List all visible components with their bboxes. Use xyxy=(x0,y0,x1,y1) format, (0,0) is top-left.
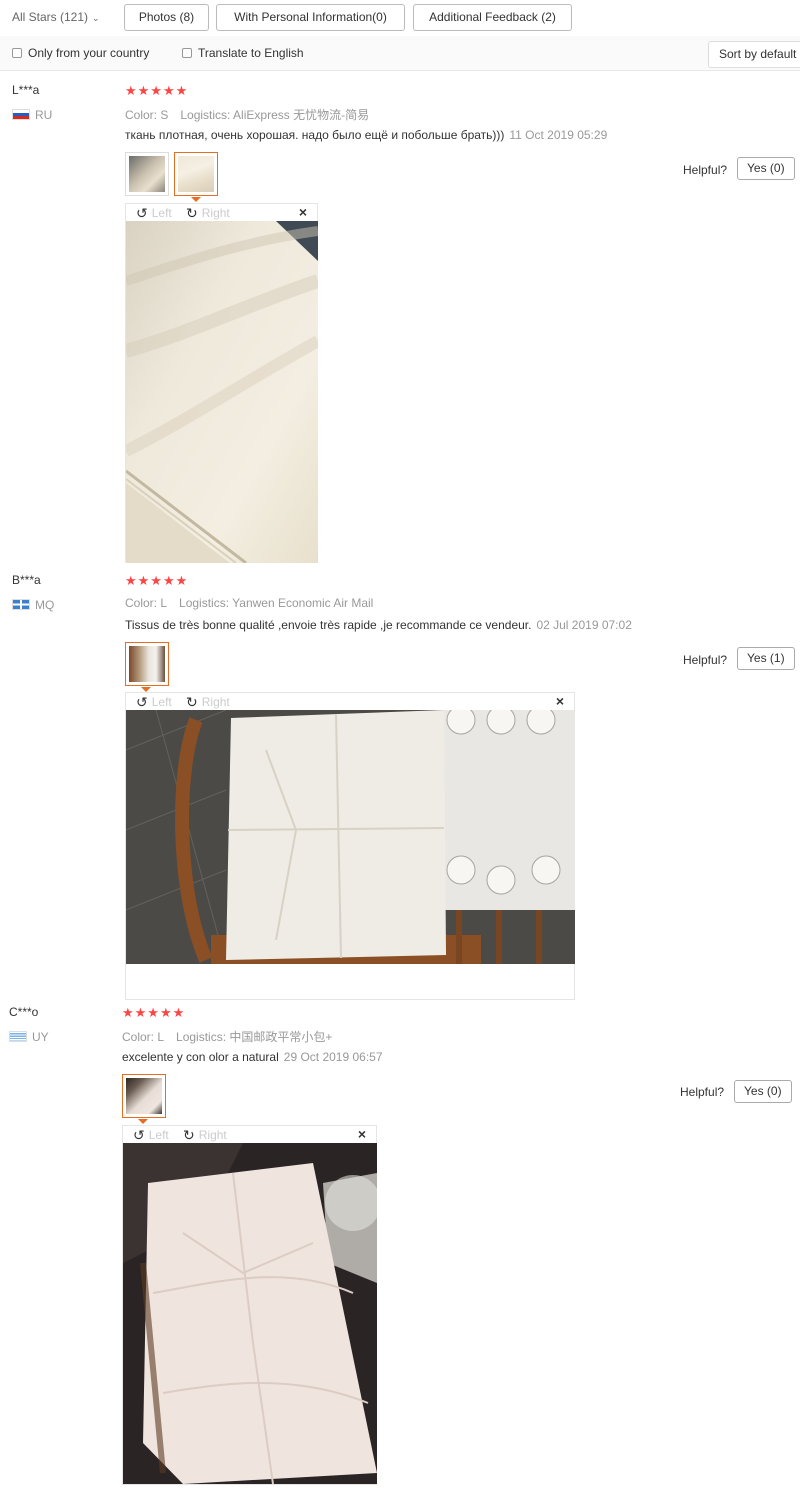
review-photo xyxy=(123,1143,377,1484)
review-photo-thumbnail[interactable] xyxy=(125,152,169,196)
rotate-left-icon: ↺ xyxy=(136,694,148,710)
all-stars-label: All Stars (121) xyxy=(12,10,89,24)
review-meta: Color: L Logistics: 中国邮政平常小包+ xyxy=(122,1028,332,1045)
color-attribute: Color: L xyxy=(122,1030,165,1044)
rotate-left-button[interactable]: ↺ Left xyxy=(136,694,172,711)
rotate-left-label: Left xyxy=(148,1128,169,1142)
personal-info-filter-button[interactable]: With Personal Information(0) xyxy=(216,4,405,31)
flag-mq-icon xyxy=(12,599,30,610)
star-rating: ★★★★★ xyxy=(122,1005,186,1020)
viewer-toolbar: ↺ Left ↻ Right × xyxy=(123,1126,376,1143)
viewer-toolbar: ↺ Left ↻ Right × xyxy=(126,204,317,221)
rotate-left-icon: ↺ xyxy=(133,1127,145,1143)
all-stars-dropdown[interactable]: All Stars (121) ⌄ xyxy=(12,10,100,24)
rotate-left-label: Left xyxy=(151,695,172,709)
helpful-yes-button[interactable]: Yes (0) xyxy=(737,157,795,180)
logistics-attribute: Logistics: AliExpress 无忧物流-简易 xyxy=(180,108,370,122)
fabric-photo xyxy=(126,221,318,563)
translate-label: Translate to English xyxy=(198,46,304,60)
star-rating: ★★★★★ xyxy=(125,573,189,588)
review-photo-thumbnail-active[interactable] xyxy=(122,1074,166,1118)
photo-viewer: ↺ Left ↻ Right × xyxy=(125,692,575,1000)
helpful-label: Helpful? xyxy=(680,1085,725,1099)
close-icon[interactable]: × xyxy=(556,693,564,709)
helpful-yes-button[interactable]: Yes (0) xyxy=(734,1080,792,1103)
active-thumb-caret xyxy=(191,197,201,202)
photo-viewer: ↺ Left ↻ Right × xyxy=(122,1125,377,1485)
review-meta: Color: L Logistics: Yanwen Economic Air M… xyxy=(125,596,373,610)
review-date: 29 Oct 2019 06:57 xyxy=(283,1050,383,1064)
photo-viewer: ↺ Left ↻ Right × xyxy=(125,203,318,563)
active-thumb-caret xyxy=(138,1119,148,1124)
flag-uy-icon xyxy=(9,1031,27,1042)
options-bar: Only from your country Translate to Engl… xyxy=(0,36,800,71)
close-icon[interactable]: × xyxy=(358,1126,366,1142)
fabric-on-chair-photo xyxy=(126,710,575,964)
flag-ru-icon xyxy=(12,109,30,120)
reviewer-country: MQ xyxy=(12,598,54,612)
rotate-right-icon: ↻ xyxy=(183,1127,195,1143)
country-code: UY xyxy=(32,1030,49,1044)
review-text: Tissus de très bonne qualité ,envoie trè… xyxy=(125,618,632,632)
review-text: ткань плотная, очень хорошая. надо было … xyxy=(125,128,607,142)
rotate-right-button[interactable]: ↻ Right xyxy=(186,205,230,222)
reviewer-country: UY xyxy=(9,1030,49,1044)
rotate-right-button[interactable]: ↻ Right xyxy=(186,694,230,711)
only-country-label: Only from your country xyxy=(28,46,150,60)
chevron-down-icon: ⌄ xyxy=(92,13,100,23)
review-body: ткань плотная, очень хорошая. надо было … xyxy=(125,128,505,142)
checkbox-box[interactable] xyxy=(182,48,192,58)
close-icon[interactable]: × xyxy=(299,204,307,220)
reviewer-name: B***a xyxy=(12,573,41,587)
filter-bar: All Stars (121) ⌄ Photos (8) With Persona… xyxy=(0,0,800,36)
country-code: RU xyxy=(35,108,53,122)
rotate-left-icon: ↺ xyxy=(136,205,148,221)
checkbox-box[interactable] xyxy=(12,48,22,58)
star-rating: ★★★★★ xyxy=(125,83,189,98)
rotate-right-label: Right xyxy=(198,1128,227,1142)
review-date: 02 Jul 2019 07:02 xyxy=(536,618,632,632)
rotate-left-label: Left xyxy=(151,206,172,220)
reviewer-name: L***a xyxy=(12,83,40,97)
review-photo xyxy=(126,710,575,964)
review-photo xyxy=(126,221,318,563)
logistics-attribute: Logistics: 中国邮政平常小包+ xyxy=(176,1030,333,1044)
only-country-checkbox[interactable]: Only from your country xyxy=(12,46,149,60)
helpful-label: Helpful? xyxy=(683,163,728,177)
rotate-right-label: Right xyxy=(201,206,230,220)
viewer-toolbar: ↺ Left ↻ Right × xyxy=(126,693,574,710)
country-code: MQ xyxy=(35,598,55,612)
review-body: excelente y con olor a natural xyxy=(122,1050,279,1064)
reviewer-name: C***o xyxy=(9,1005,39,1019)
rotate-right-label: Right xyxy=(201,695,230,709)
review-photo-thumbnail-active[interactable] xyxy=(174,152,218,196)
rotate-right-icon: ↻ xyxy=(186,694,198,710)
color-attribute: Color: L xyxy=(125,596,168,610)
logistics-attribute: Logistics: Yanwen Economic Air Mail xyxy=(179,596,374,610)
rotate-left-button[interactable]: ↺ Left xyxy=(136,205,172,222)
fabric-photo xyxy=(123,1143,377,1484)
rotate-right-icon: ↻ xyxy=(186,205,198,221)
helpful-yes-button[interactable]: Yes (1) xyxy=(737,647,795,670)
color-attribute: Color: S xyxy=(125,108,169,122)
review-date: 11 Oct 2019 05:29 xyxy=(509,128,608,142)
helpful-label: Helpful? xyxy=(683,653,728,667)
rotate-left-button[interactable]: ↺ Left xyxy=(133,1127,169,1144)
review-body: Tissus de très bonne qualité ,envoie trè… xyxy=(125,618,532,632)
sort-dropdown[interactable]: Sort by default xyxy=(708,41,800,68)
photos-filter-button[interactable]: Photos (8) xyxy=(124,4,209,31)
additional-feedback-filter-button[interactable]: Additional Feedback (2) xyxy=(413,4,572,31)
rotate-right-button[interactable]: ↻ Right xyxy=(183,1127,227,1144)
review-meta: Color: S Logistics: AliExpress 无忧物流-简易 xyxy=(125,106,369,123)
review-photo-thumbnail-active[interactable] xyxy=(125,642,169,686)
review-text: excelente y con olor a natural 29 Oct 201… xyxy=(122,1050,383,1064)
translate-checkbox[interactable]: Translate to English xyxy=(182,46,304,60)
reviewer-country: RU xyxy=(12,108,52,122)
